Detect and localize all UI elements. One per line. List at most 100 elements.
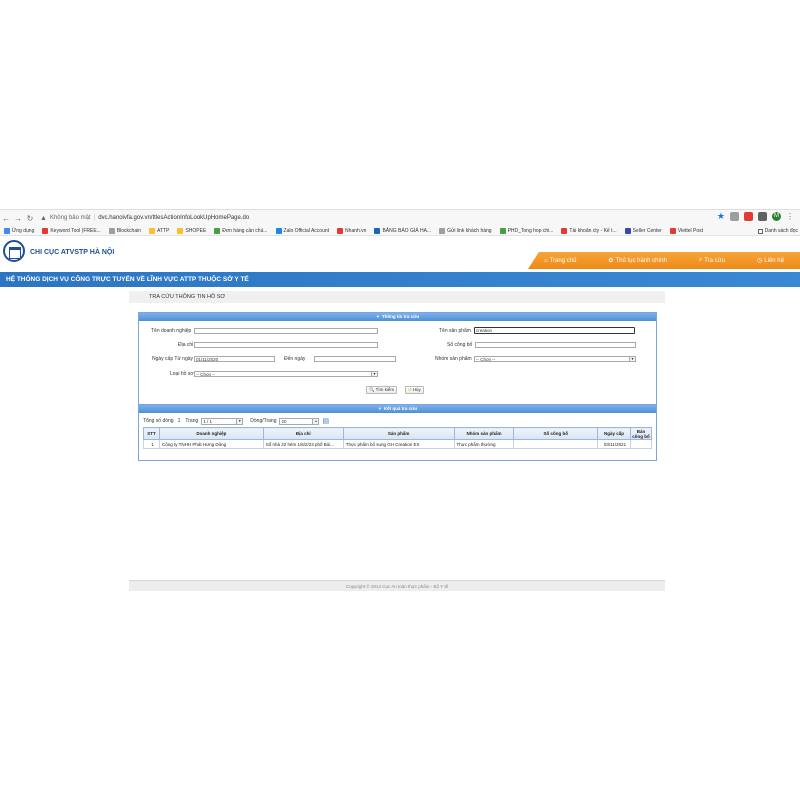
- address-bar[interactable]: ▲ Không bảo mật | dvc.hanoivfa.gov.vn/tt…: [40, 212, 249, 224]
- nav-item[interactable]: ⌂ Trang chủ: [544, 258, 576, 264]
- bookmark-item[interactable]: PHD_Tong hop chi...: [499, 227, 554, 234]
- bookmark-label: Nhanh.vn: [345, 227, 367, 234]
- table-cell: Công ty TNHH Phát Hưng Dũng: [158, 439, 264, 449]
- excel-export-icon[interactable]: ▤: [322, 417, 329, 425]
- table-cell: 1: [143, 439, 160, 449]
- table-cell: 03/11/2021: [597, 439, 631, 449]
- bookmark-item[interactable]: Zalo Official Account: [275, 227, 329, 234]
- org-name: CHI CỤC ATVSTP HÀ NỘI: [30, 249, 115, 256]
- company-input[interactable]: [194, 328, 378, 334]
- bookmark-item[interactable]: Blockchain: [108, 227, 141, 234]
- product-input[interactable]: creation: [474, 327, 635, 334]
- bookmark-label: Viettel Post: [677, 227, 704, 234]
- column-header[interactable]: Sản phẩm: [342, 427, 455, 440]
- bookmark-label: Gửi link khách hàng: [447, 227, 492, 234]
- nav-item[interactable]: ✿ Thủ tục hành chính: [608, 257, 667, 265]
- page-select[interactable]: 1 / 1 ▼: [201, 417, 244, 425]
- search-button[interactable]: 🔍 Tìm kiếm: [366, 386, 398, 394]
- column-header[interactable]: Số công bố: [513, 427, 599, 440]
- announce-number-label: Số công bố: [447, 342, 473, 348]
- results-table: STT Doanh nghiệp Địa chỉ Sản phẩm Nhóm sản p…: [143, 427, 652, 449]
- search-icon: ⌕: [698, 257, 703, 263]
- product-group-select[interactable]: -- Chọn -- ▼: [474, 356, 636, 362]
- top-navigation: ⌂ Trang chủ ✿ Thủ tục hành chính ⌕ Tra cứu ◷ Li…: [528, 252, 800, 269]
- announce-number-input[interactable]: [475, 342, 636, 348]
- bookmark-label: Seller Center: [632, 227, 662, 234]
- dropdown-arrow-icon[interactable]: ▼: [371, 372, 377, 376]
- dropdown-arrow-icon[interactable]: ▼: [629, 357, 635, 361]
- reading-list[interactable]: Danh sách đọc: [757, 226, 798, 235]
- search-panel: ▼ Thông tin tra cứu Tên doanh nghiệp Tên …: [138, 312, 657, 406]
- column-header[interactable]: Nhóm sản phẩm: [453, 427, 515, 440]
- extension-icon[interactable]: [730, 212, 739, 221]
- column-header[interactable]: Địa chỉ: [262, 427, 344, 440]
- dropdown-arrow-icon[interactable]: ▼: [236, 418, 243, 424]
- bookmark-star-icon[interactable]: ★: [717, 212, 725, 221]
- record-type-select[interactable]: -- Chọn -- ▼: [194, 371, 378, 377]
- bookmark-label: PHD_Tong hop chi...: [507, 227, 554, 234]
- banner-title: HỆ THỐNG DỊCH VỤ CÔNG TRỰC TUYẾN VỀ LĨNH…: [6, 276, 249, 283]
- column-header[interactable]: STT: [143, 427, 160, 440]
- bookmark-label: ATTP: [157, 227, 170, 234]
- column-header[interactable]: Bản công bố: [630, 427, 652, 440]
- column-header[interactable]: Ngày cấp: [597, 427, 631, 440]
- bookmark-item[interactable]: Tài khoản cty - Kế t...: [561, 227, 617, 234]
- bookmark-item[interactable]: Ứng dụng: [4, 227, 34, 234]
- profile-avatar[interactable]: M: [772, 212, 781, 221]
- stepper-arrows-icon[interactable]: ▲: [312, 418, 319, 424]
- bookmark-item[interactable]: Đơn hàng cần chú...: [214, 227, 268, 234]
- reading-list-label: Danh sách đọc: [764, 228, 798, 234]
- collapse-arrow-icon: ▼: [377, 406, 382, 411]
- bookmark-item[interactable]: BẢNG BÁO GIÁ HA...: [374, 227, 431, 234]
- results-panel-header[interactable]: ▼ Kết quả tra cứu: [139, 405, 656, 413]
- rows-per-page-label: Dòng/Trang: [250, 418, 277, 424]
- bookmark-favicon-icon: [177, 227, 184, 234]
- copyright-text: Copyright © 2014 Cục An toàn thực phẩm -…: [345, 584, 449, 589]
- cancel-button-label: Hủy: [412, 387, 421, 392]
- cancel-button[interactable]: ↺ Hủy: [405, 386, 424, 394]
- issue-from-input[interactable]: 01/11/2020: [194, 356, 275, 362]
- product-group-label: Nhóm sản phẩm: [435, 356, 472, 362]
- table-cell: [513, 439, 599, 449]
- reload-icon[interactable]: ↻: [24, 214, 36, 223]
- nav-item-label: Thủ tục hành chính: [615, 257, 667, 264]
- bookmark-label: Đơn hàng cần chú...: [222, 227, 268, 234]
- table-row[interactable]: 1 Công ty TNHH Phát Hưng Dũng Số nhà 22 hẻ…: [143, 439, 652, 449]
- bookmark-item[interactable]: Seller Center: [624, 227, 662, 234]
- gear-icon: ✿: [608, 258, 614, 264]
- home-icon: ⌂: [544, 257, 548, 264]
- bookmark-item[interactable]: Nhanh.vn: [337, 227, 367, 234]
- bookmark-favicon-icon: [149, 227, 156, 234]
- bookmark-favicon-icon: [214, 227, 221, 234]
- nav-item[interactable]: ◷ Liên hệ: [757, 257, 784, 265]
- url-text[interactable]: dvc.hanoivfa.gov.vn/ttlesActionInfoLookU…: [98, 215, 249, 221]
- collapse-arrow-icon: ▼: [375, 314, 380, 319]
- magnifier-icon: 🔍: [369, 387, 375, 392]
- extension-icon[interactable]: [744, 212, 753, 221]
- nav-item-label: Trang chủ: [549, 257, 577, 264]
- to-date-input[interactable]: [314, 356, 396, 362]
- search-panel-header[interactable]: ▼ Thông tin tra cứu: [139, 313, 656, 321]
- clock-icon: ◷: [757, 258, 763, 264]
- bookmark-item[interactable]: Viettel Post: [669, 227, 704, 234]
- logo-icon[interactable]: [3, 240, 25, 262]
- search-button-label: Tìm kiếm: [375, 387, 395, 392]
- back-icon[interactable]: ←: [0, 214, 12, 223]
- table-cell[interactable]: [630, 439, 652, 449]
- bookmark-item[interactable]: Gửi link khách hàng: [439, 227, 492, 234]
- bookmark-favicon-icon: [275, 227, 282, 234]
- menu-icon[interactable]: ⋮: [786, 212, 794, 221]
- bookmark-item[interactable]: SHOPEE: [177, 227, 207, 234]
- to-date-label: Đến ngày: [284, 356, 306, 362]
- bookmark-label: Keyword Tool (FREE...: [50, 227, 101, 234]
- puzzle-icon[interactable]: [758, 212, 767, 221]
- search-form: Tên doanh nghiệp Tên sản phẩm creation Đ…: [139, 321, 656, 405]
- bookmark-item[interactable]: Keyword Tool (FREE...: [42, 227, 101, 234]
- address-input[interactable]: [194, 342, 378, 348]
- forward-icon[interactable]: →: [12, 214, 24, 223]
- rows-per-page-stepper[interactable]: 20 ▲: [279, 417, 320, 425]
- column-header[interactable]: Doanh nghiệp: [158, 427, 264, 440]
- bookmark-label: SHOPEE: [185, 227, 207, 234]
- nav-item[interactable]: ⌕ Tra cứu: [699, 257, 725, 264]
- bookmark-item[interactable]: ATTP: [149, 227, 170, 234]
